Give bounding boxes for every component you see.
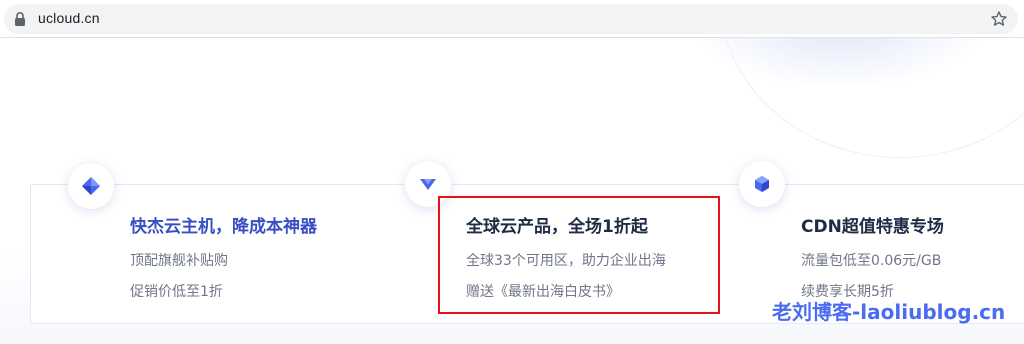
promo-description: 促销价低至1折 — [130, 284, 223, 300]
promo-description: 流量包低至0.06元/GB — [801, 253, 942, 269]
url-box[interactable]: ucloud.cn — [4, 4, 1018, 34]
watermark: 老刘博客-laoliublog.cn — [772, 300, 1006, 324]
decorative-arc — [720, 38, 1024, 158]
highlight-box — [438, 196, 720, 314]
promo-description: 顶配旗舰补贴购 — [130, 253, 228, 269]
url-text[interactable]: ucloud.cn — [38, 10, 100, 26]
browser-address-bar: ucloud.cn — [0, 0, 1024, 38]
diamond-icon — [68, 163, 114, 209]
lock-icon[interactable] — [13, 11, 27, 27]
promo-title[interactable]: CDN超值特惠专场 — [801, 212, 944, 237]
cube-icon — [739, 161, 785, 207]
star-icon[interactable] — [990, 10, 1008, 28]
promo-title[interactable]: 快杰云主机，降成本神器 — [130, 212, 317, 237]
